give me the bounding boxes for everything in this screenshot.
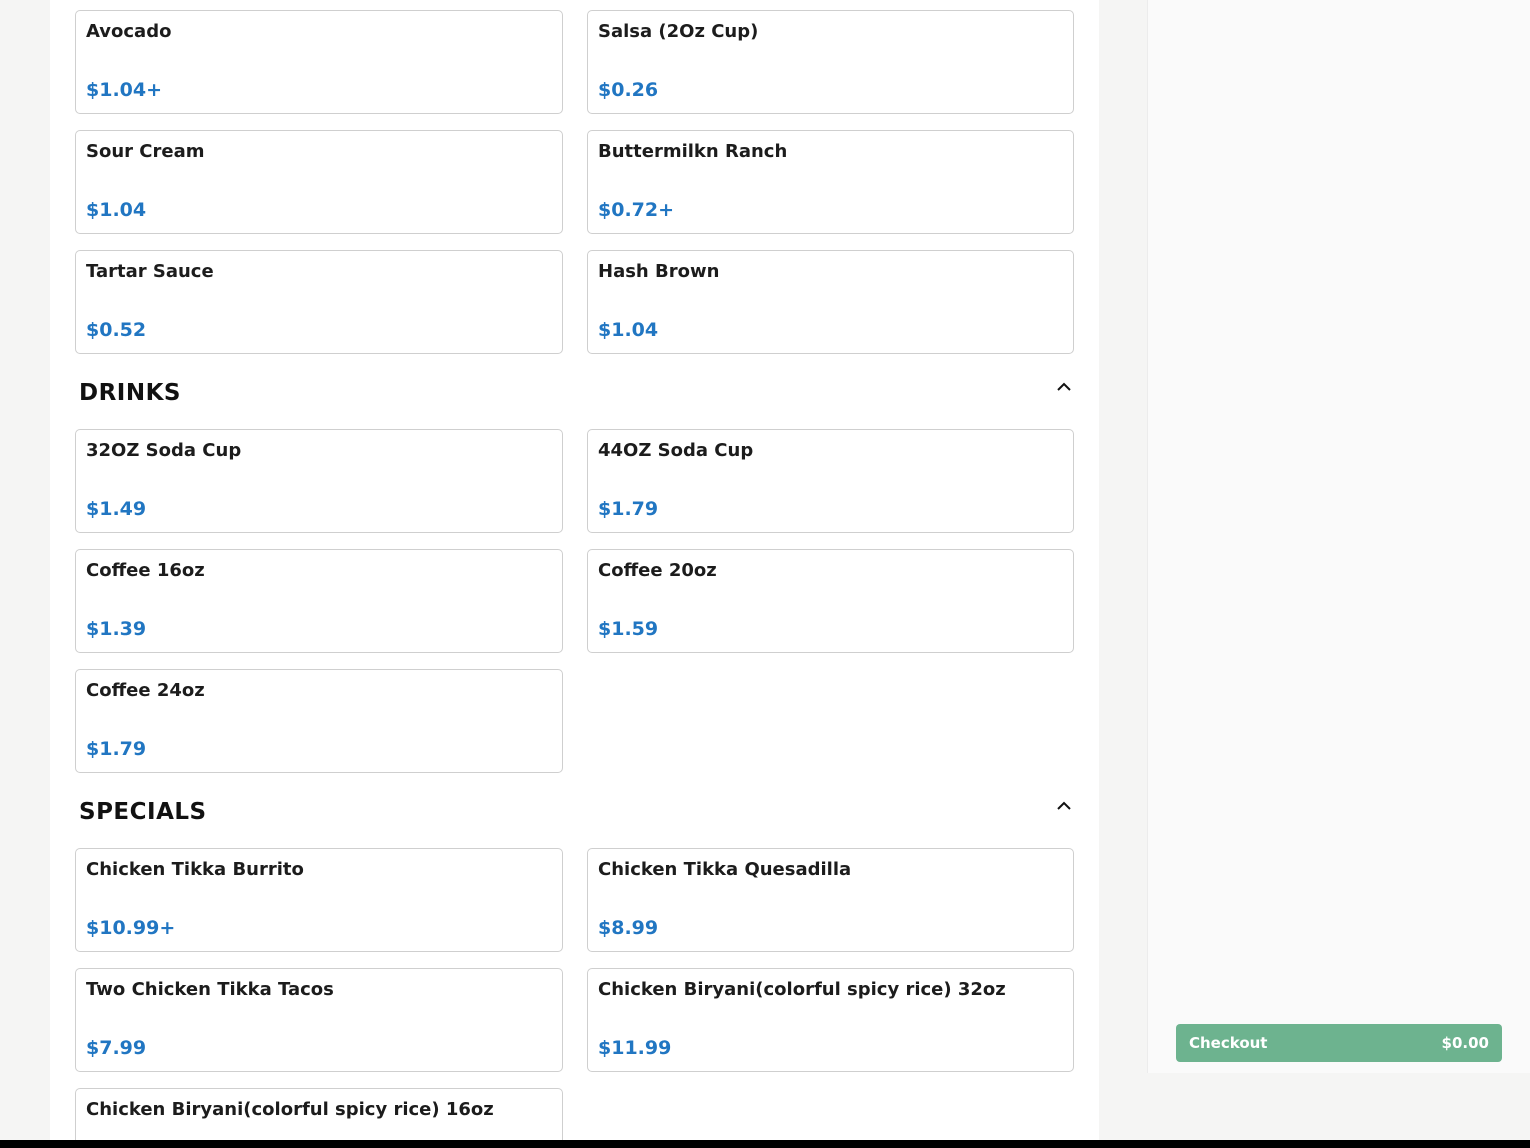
menu-item-price: $0.52 [86, 319, 147, 341]
menu-item-card[interactable]: Coffee 16oz $1.39 [75, 549, 563, 653]
menu-item-name: Chicken Tikka Quesadilla [598, 859, 852, 880]
menu-item-price: $1.79 [86, 738, 147, 760]
menu-item-card[interactable]: Chicken Biryani(colorful spicy rice) 32o… [587, 968, 1074, 1072]
menu-item-card[interactable]: Chicken Tikka Quesadilla $8.99 [587, 848, 1074, 952]
section-title: DRINKS [79, 380, 181, 406]
menu-item-name: 32OZ Soda Cup [86, 440, 242, 461]
menu-item-price: $0.26 [598, 79, 659, 101]
menu-item-price: $0.72+ [598, 199, 675, 221]
menu-item-name: Buttermilkn Ranch [598, 141, 788, 162]
section-items-drinks: 32OZ Soda Cup $1.49 44OZ Soda Cup $1.79 … [75, 429, 1074, 773]
menu-item-price: $1.04 [86, 199, 147, 221]
section-items-condiments: Avocado $1.04+ Salsa (2Oz Cup) $0.26 Sou… [75, 10, 1074, 354]
menu-item-name: Chicken Biryani(colorful spicy rice) 32o… [598, 979, 1006, 1000]
menu-item-name: Tartar Sauce [86, 261, 214, 282]
section-items-specials: Chicken Tikka Burrito $10.99+ Chicken Ti… [75, 848, 1074, 1148]
menu-item-price: $1.49 [86, 498, 147, 520]
cart-panel [1147, 0, 1530, 1073]
menu-item-card[interactable]: Sour Cream $1.04 [75, 130, 563, 234]
menu-item-card[interactable]: Hash Brown $1.04 [587, 250, 1074, 354]
menu-item-price: $1.04+ [86, 79, 163, 101]
menu-item-price: $10.99+ [86, 917, 176, 939]
menu-item-name: Chicken Tikka Burrito [86, 859, 304, 880]
menu-item-name: Chicken Biryani(colorful spicy rice) 16o… [86, 1099, 494, 1120]
menu-item-card[interactable]: Tartar Sauce $0.52 [75, 250, 563, 354]
menu-item-price: $11.99 [598, 1037, 672, 1059]
menu-item-price: $7.99 [86, 1037, 147, 1059]
menu-item-card[interactable]: Salsa (2Oz Cup) $0.26 [587, 10, 1074, 114]
menu-item-card[interactable]: Buttermilkn Ranch $0.72+ [587, 130, 1074, 234]
menu-item-name: Hash Brown [598, 261, 720, 282]
menu-item-name: Coffee 24oz [86, 680, 205, 701]
menu-item-name: Salsa (2Oz Cup) [598, 21, 759, 42]
chevron-up-icon[interactable] [1056, 381, 1072, 393]
section-header-drinks: DRINKS [75, 354, 1074, 429]
checkout-total: $0.00 [1441, 1034, 1489, 1052]
menu-item-card[interactable]: Avocado $1.04+ [75, 10, 563, 114]
menu-item-price: $1.04 [598, 319, 659, 341]
menu-item-price: $1.59 [598, 618, 659, 640]
menu-item-name: Two Chicken Tikka Tacos [86, 979, 334, 1000]
menu-item-card[interactable]: 32OZ Soda Cup $1.49 [75, 429, 563, 533]
menu-item-card[interactable]: Chicken Tikka Burrito $10.99+ [75, 848, 563, 952]
chevron-up-icon[interactable] [1056, 800, 1072, 812]
checkout-button[interactable]: Checkout $0.00 [1176, 1024, 1502, 1062]
menu-list: Avocado $1.04+ Salsa (2Oz Cup) $0.26 Sou… [75, 10, 1074, 1148]
bottom-edge-bar [0, 1140, 1530, 1148]
menu-item-card[interactable]: Coffee 20oz $1.59 [587, 549, 1074, 653]
menu-item-card[interactable]: 44OZ Soda Cup $1.79 [587, 429, 1074, 533]
menu-item-price: $1.39 [86, 618, 147, 640]
page: Avocado $1.04+ Salsa (2Oz Cup) $0.26 Sou… [0, 0, 1530, 1148]
menu-item-price: $8.99 [598, 917, 659, 939]
menu-item-name: 44OZ Soda Cup [598, 440, 754, 461]
section-header-specials: SPECIALS [75, 773, 1074, 848]
menu-item-name: Sour Cream [86, 141, 205, 162]
menu-item-name: Coffee 16oz [86, 560, 205, 581]
menu-item-price: $1.79 [598, 498, 659, 520]
menu-item-name: Coffee 20oz [598, 560, 717, 581]
menu-panel: Avocado $1.04+ Salsa (2Oz Cup) $0.26 Sou… [50, 0, 1099, 1148]
section-title: SPECIALS [79, 799, 207, 825]
menu-item-card[interactable]: Coffee 24oz $1.79 [75, 669, 563, 773]
menu-item-name: Avocado [86, 21, 172, 42]
menu-item-card[interactable]: Chicken Biryani(colorful spicy rice) 16o… [75, 1088, 563, 1148]
checkout-label: Checkout [1189, 1034, 1268, 1052]
menu-item-card[interactable]: Two Chicken Tikka Tacos $7.99 [75, 968, 563, 1072]
